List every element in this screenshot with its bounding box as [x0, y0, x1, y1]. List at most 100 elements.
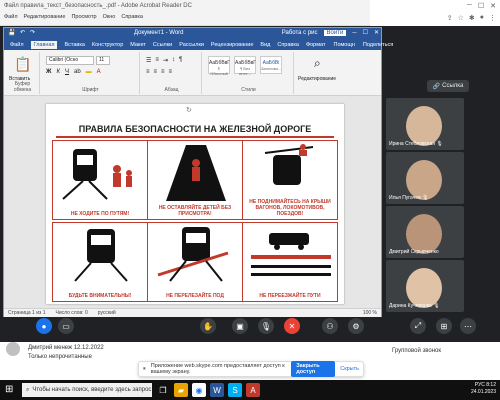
save-icon[interactable]: 💾 — [8, 29, 15, 36]
minimize-icon[interactable]: ─ — [352, 30, 356, 36]
redo-icon[interactable]: ↷ — [30, 29, 35, 36]
chat-filter[interactable]: Только непрочитанные — [28, 354, 92, 360]
underline-icon[interactable]: Ч — [65, 69, 69, 75]
undo-icon[interactable]: ↶ — [20, 29, 25, 36]
participant-video — [406, 268, 442, 308]
participants-button[interactable]: ⚇ — [322, 318, 338, 334]
bold-icon[interactable]: Ж — [46, 69, 51, 75]
document-page[interactable]: ↻ ПРАВИЛА БЕЗОПАСНОСТИ НА ЖЕЛЕЗНОЙ ДОРОГ… — [46, 104, 344, 304]
style-no-spacing[interactable]: АаБбВвГ ¶ Без инте... — [234, 56, 256, 76]
layout-button[interactable]: ⊞ — [436, 318, 452, 334]
extensions-icon[interactable]: ✱ — [469, 14, 475, 22]
poster-caption: БУДЬТЕ ВНИМАТЕЛЬНЫ! — [68, 293, 132, 299]
tab-review[interactable]: Рецензирование — [211, 42, 253, 48]
editing-button[interactable]: Редактирование — [298, 76, 336, 82]
menu-item-view[interactable]: Просмотр — [71, 14, 96, 20]
train-roof-icon — [264, 144, 314, 185]
tab-help[interactable]: Справка — [277, 42, 299, 48]
file-explorer-icon[interactable]: ▰ — [174, 383, 188, 397]
numbering-icon[interactable]: ≡ — [155, 57, 159, 64]
more-button[interactable]: ⋯ — [460, 318, 476, 334]
link-icon: 🔗 — [432, 83, 441, 90]
chrome-icon[interactable]: ◉ — [192, 383, 206, 397]
menu-item-file[interactable]: Файл — [4, 14, 18, 20]
mic-button[interactable]: 🎙 — [258, 318, 274, 334]
highlight-icon[interactable]: ▬ — [86, 69, 92, 75]
menu-item-edit[interactable]: Редактирование — [24, 14, 66, 20]
participant-tile[interactable]: Ирина Стебловская 🎙 — [386, 98, 464, 150]
task-view-icon[interactable]: ❐ — [156, 383, 170, 397]
tab-references[interactable]: Ссылки — [153, 42, 172, 48]
align-left-icon[interactable]: ≡ — [146, 69, 150, 75]
search-icon: ⌕ — [26, 386, 30, 393]
align-right-icon[interactable]: ≡ — [161, 69, 165, 75]
chat-entry[interactable]: Дмитрий менеж 12.12.2022 — [28, 345, 104, 351]
tab-format[interactable]: Формат — [306, 42, 326, 48]
stop-sharing-button[interactable]: Закрыть доступ — [291, 361, 336, 377]
input-language[interactable]: РУС — [475, 382, 485, 388]
close-icon[interactable]: ✕ — [374, 29, 379, 36]
tab-insert[interactable]: Вставка — [64, 42, 84, 48]
chat-button[interactable]: ▭ — [58, 318, 74, 334]
language[interactable]: русский — [98, 310, 116, 316]
skype-icon[interactable]: S — [228, 383, 242, 397]
maximize-icon[interactable]: ☐ — [478, 2, 484, 10]
minimize-icon[interactable]: ─ — [467, 2, 472, 10]
windows-start-icon[interactable]: ⊞ — [5, 384, 13, 395]
style-normal[interactable]: АаБбВвГ ¶ Обычный — [208, 56, 230, 76]
fullscreen-button[interactable]: ⤢ — [410, 318, 426, 334]
tab-mailings[interactable]: Рассылки — [179, 42, 204, 48]
bullets-icon[interactable]: ☰ — [146, 57, 151, 64]
participant-tile[interactable]: Дарина Кучеренко 🎙 — [386, 260, 464, 312]
menu-item-window[interactable]: Окно — [103, 14, 116, 20]
profile-icon[interactable]: ● — [480, 14, 484, 22]
star-icon[interactable]: ☆ — [458, 14, 464, 22]
more-icon[interactable]: ⋮ — [489, 14, 496, 22]
share-icon[interactable]: ⇪ — [447, 14, 453, 22]
camera-button[interactable]: ● — [36, 318, 52, 334]
taskbar-search[interactable]: ⌕ Чтобы начать поиск, введите здесь запр… — [22, 383, 152, 397]
align-center-icon[interactable]: ≡ — [154, 69, 158, 75]
word-icon[interactable]: W — [210, 383, 224, 397]
zoom-level[interactable]: 100 % — [363, 310, 381, 316]
settings-button[interactable]: ⚙ — [348, 318, 364, 334]
tell-me-button[interactable]: Помощн — [333, 42, 354, 48]
font-name-select[interactable]: Calibri (Осно — [46, 56, 94, 65]
style-heading1[interactable]: АаБбВі Заголово... — [260, 56, 282, 74]
close-icon[interactable]: ✕ — [490, 2, 496, 10]
acrobat-icon[interactable]: A — [246, 383, 260, 397]
share-button[interactable]: Поделиться — [363, 42, 393, 48]
paste-icon[interactable]: 📋 — [14, 56, 31, 73]
tab-file[interactable]: Файл — [10, 42, 24, 48]
strikethrough-icon[interactable]: ab — [74, 69, 81, 75]
font-color-icon[interactable]: A — [97, 69, 101, 75]
group-label: Стили — [241, 87, 256, 93]
raise-hand-button[interactable]: ✋ — [200, 318, 216, 334]
signin-button[interactable]: Войти — [323, 29, 347, 36]
poster-cell: НЕ ОСТАВЛЯЙТЕ ДЕТЕЙ БЕЗ ПРИСМОТРА! — [147, 140, 243, 220]
tab-layout[interactable]: Макет — [130, 42, 146, 48]
present-button[interactable]: ▣ — [232, 318, 248, 334]
tab-design[interactable]: Конструктор — [92, 42, 123, 48]
sort-icon[interactable]: ↕ — [172, 57, 175, 64]
system-tray[interactable]: РУС 8:12 24.01.2023 — [471, 382, 496, 396]
pilcrow-icon[interactable]: ¶ — [179, 57, 182, 64]
tab-home[interactable]: Главная — [30, 41, 58, 49]
clock-time: 8:12 — [486, 382, 496, 388]
font-size-select[interactable]: 11 — [96, 56, 110, 65]
participant-tile[interactable]: Дмитрий Скрыпченко — [386, 206, 464, 258]
italic-icon[interactable]: К — [56, 69, 60, 75]
hide-link[interactable]: Скрыть — [340, 366, 359, 372]
participant-tile[interactable]: Илья Пугачев 🎙 — [386, 152, 464, 204]
justify-icon[interactable]: ≡ — [169, 69, 173, 75]
poster-cell: НЕ ПЕРЕЛЕЗАЙТЕ ПОД — [147, 222, 243, 302]
indent-icon[interactable]: ⇥ — [163, 57, 168, 64]
link-button[interactable]: 🔗 Ссылка — [427, 80, 469, 92]
attention-train-icon — [74, 229, 128, 282]
tab-view[interactable]: Вид — [260, 42, 270, 48]
maximize-icon[interactable]: ☐ — [363, 29, 368, 36]
rotate-handle-icon[interactable]: ↻ — [186, 106, 192, 114]
menu-item-help[interactable]: Справка — [121, 14, 143, 20]
hangup-button[interactable]: ✕ — [284, 318, 300, 334]
search-icon[interactable]: ⌕ — [314, 56, 321, 71]
